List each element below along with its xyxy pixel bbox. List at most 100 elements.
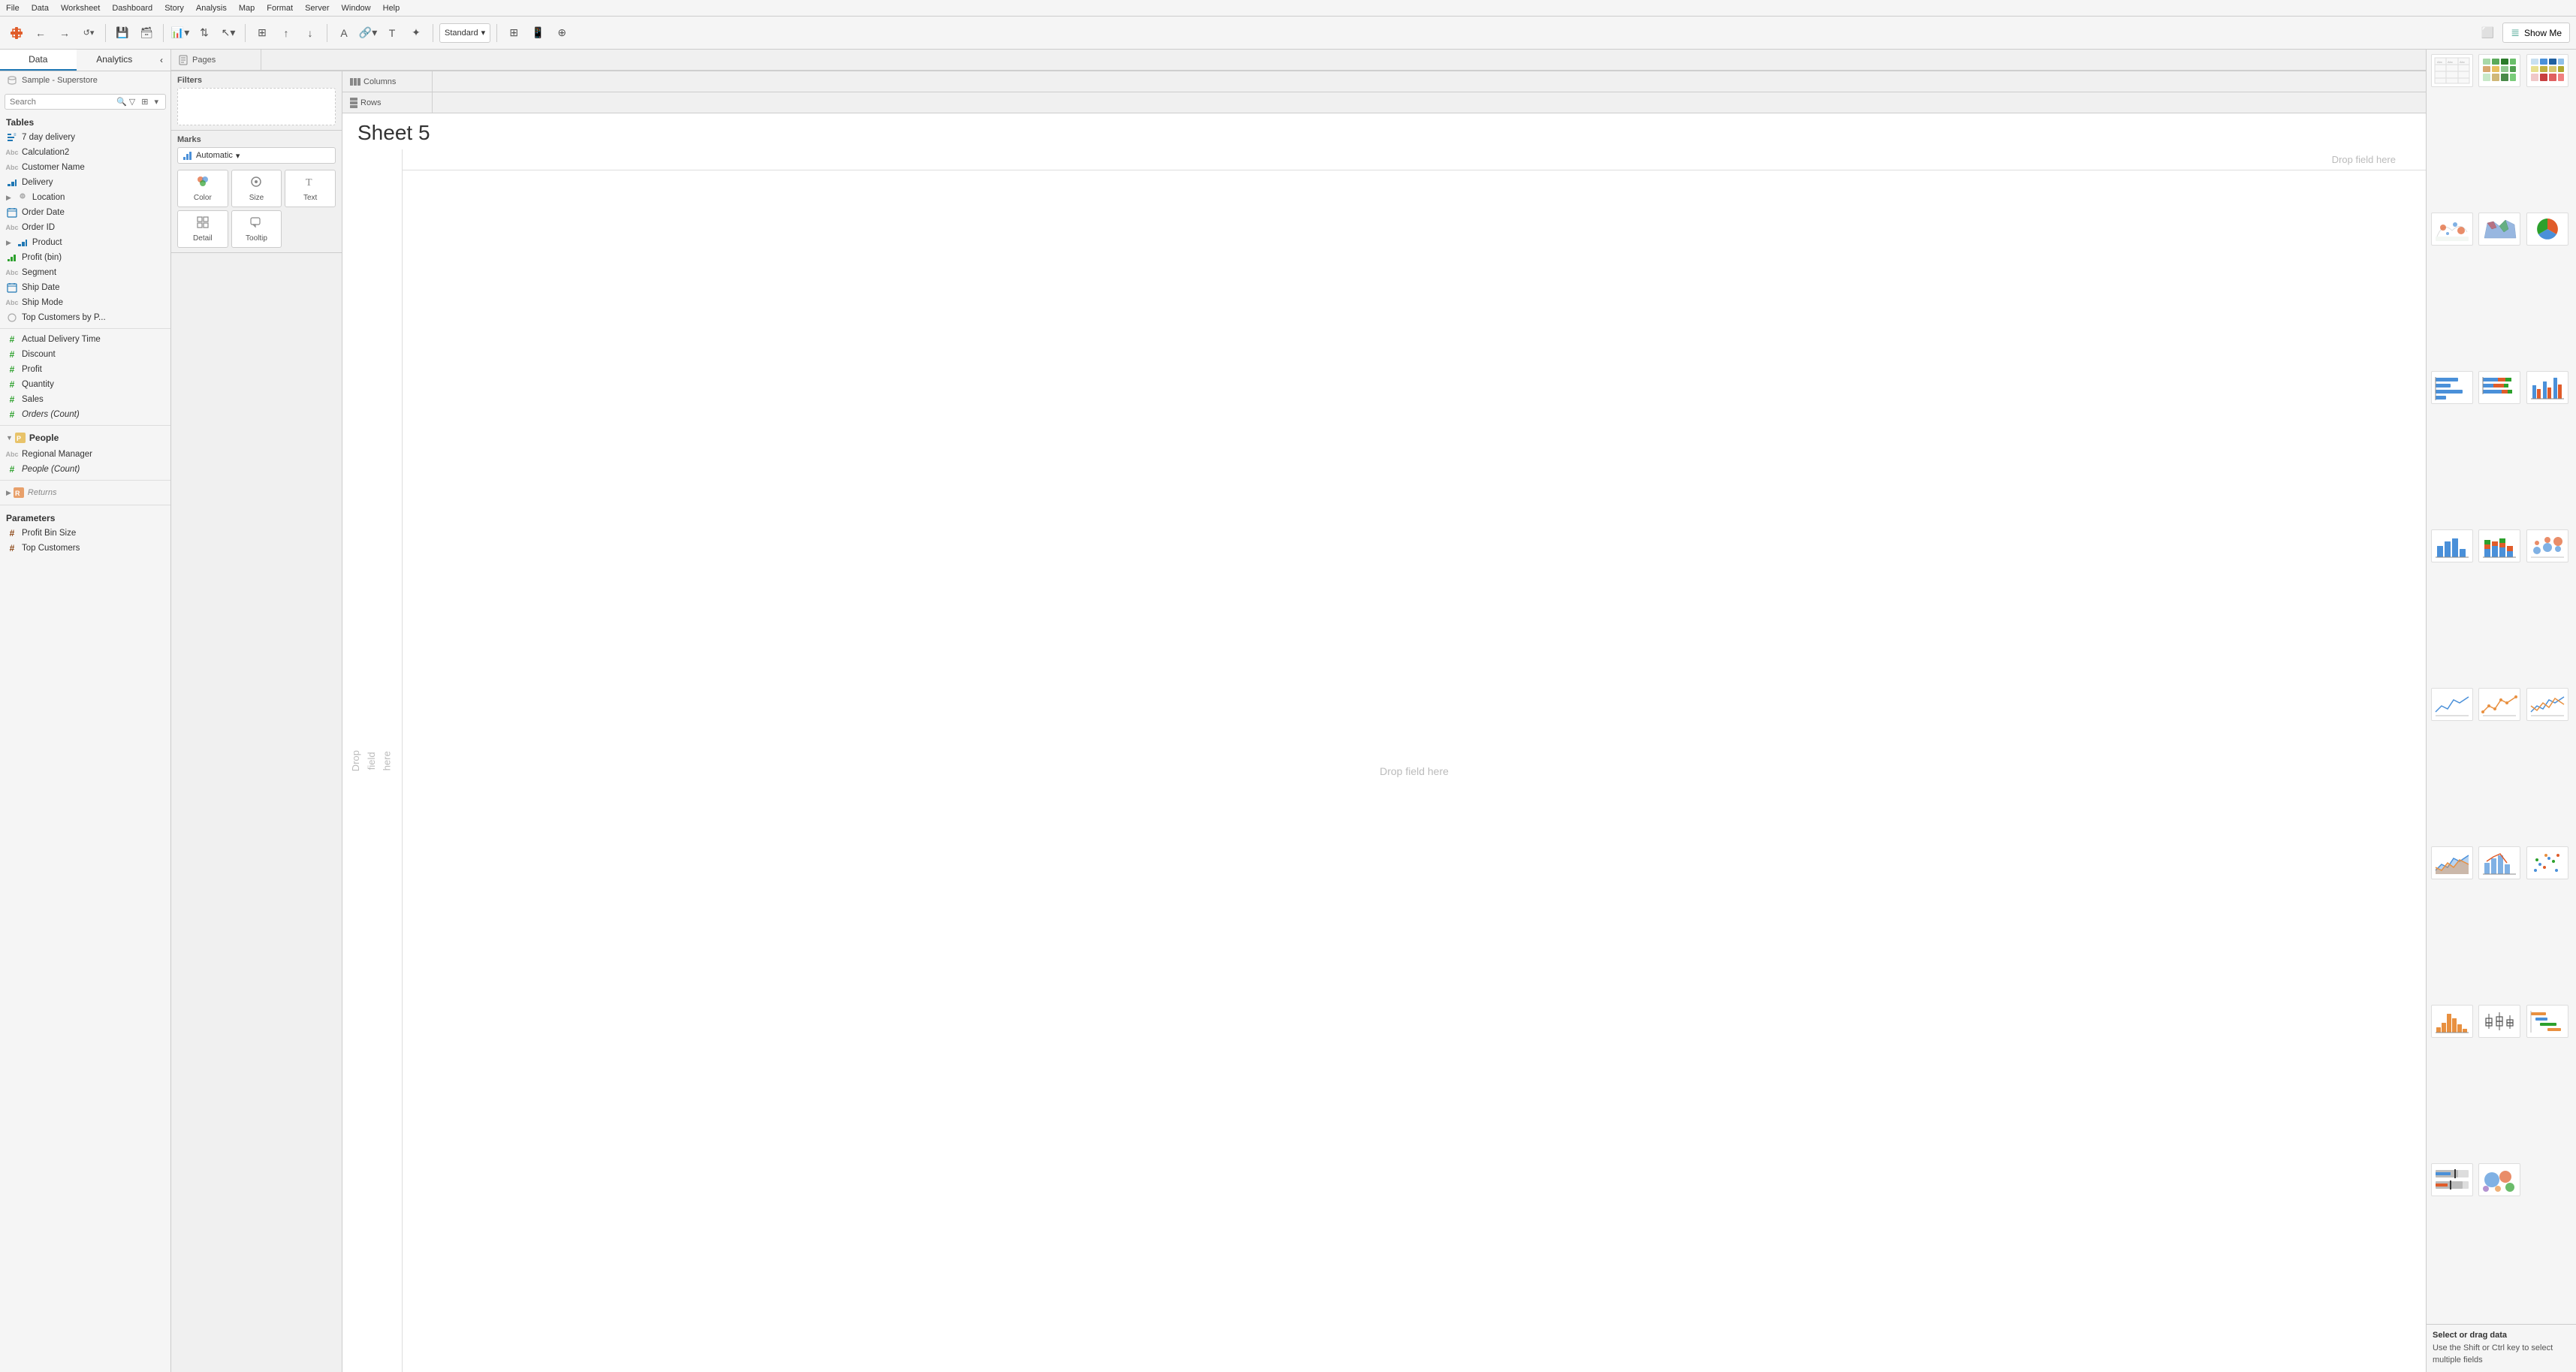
chart-v-bar[interactable]: [2431, 529, 2473, 562]
mark-size[interactable]: Size: [231, 170, 282, 207]
add-datasource-button[interactable]: 🗃: [136, 23, 157, 44]
field-sales[interactable]: # Sales: [0, 392, 170, 407]
col-drop-area[interactable]: Drop field here: [403, 149, 2426, 170]
filters-drop-area[interactable]: [177, 88, 336, 125]
chart-stacked-v-bar[interactable]: [2478, 529, 2520, 562]
field-orders-count[interactable]: # Orders (Count): [0, 407, 170, 422]
share-button[interactable]: ⊕: [551, 23, 572, 44]
sort-asc-button[interactable]: ↑: [276, 23, 297, 44]
field-ship-date[interactable]: Ship Date: [0, 280, 170, 295]
select-tool[interactable]: ↖▾: [218, 23, 239, 44]
chart-pie[interactable]: [2526, 213, 2568, 246]
chart-type-button[interactable]: 📊▾: [170, 23, 191, 44]
field-order-id[interactable]: Abc Order ID: [0, 220, 170, 235]
chart-side-by-side-bars[interactable]: [2526, 371, 2568, 404]
text-button[interactable]: T: [382, 23, 403, 44]
standard-dropdown[interactable]: Standard ▾: [439, 23, 490, 43]
back-button[interactable]: ←: [30, 23, 51, 44]
chart-discrete-line[interactable]: [2478, 688, 2520, 721]
field-people-count[interactable]: # People (Count): [0, 462, 170, 477]
chart-gantt[interactable]: [2526, 1005, 2568, 1038]
menu-analysis[interactable]: Analysis: [196, 4, 227, 13]
field-calculation2[interactable]: Abc Calculation2: [0, 145, 170, 160]
menu-file[interactable]: File: [6, 4, 20, 13]
present-icon[interactable]: ⬜: [2477, 23, 2498, 44]
field-segment[interactable]: Abc Segment: [0, 265, 170, 280]
chart-dual-line[interactable]: [2526, 688, 2568, 721]
field-7day-delivery[interactable]: ≡ 7 day delivery: [0, 130, 170, 145]
chart-continuous-line[interactable]: [2431, 688, 2473, 721]
swap-button[interactable]: ⇅: [194, 23, 215, 44]
chart-dual-combination[interactable]: [2478, 846, 2520, 879]
tab-analytics[interactable]: Analytics: [77, 50, 153, 71]
menu-story[interactable]: Story: [164, 4, 184, 13]
chart-bullet[interactable]: [2431, 1163, 2473, 1196]
datasource-item[interactable]: Sample - Superstore: [0, 71, 170, 89]
expand-icon-returns[interactable]: ▶: [6, 489, 11, 497]
chart-stacked-h-bar[interactable]: [2478, 371, 2520, 404]
chart-packed-bubble[interactable]: [2478, 1163, 2520, 1196]
chart-symbol-map[interactable]: [2431, 213, 2473, 246]
show-me-button[interactable]: ≣ Show Me: [2502, 23, 2570, 43]
chart-circles[interactable]: [2526, 529, 2568, 562]
menu-help[interactable]: Help: [383, 4, 400, 13]
columns-shelf-content[interactable]: [433, 71, 2426, 92]
expand-icon-people[interactable]: ▼: [6, 434, 13, 442]
pages-shelf-content[interactable]: [261, 50, 2426, 70]
group-button[interactable]: ⊞: [252, 23, 273, 44]
label-button[interactable]: A: [333, 23, 354, 44]
field-top-customers-param[interactable]: # Top Customers: [0, 541, 170, 556]
chart-histogram[interactable]: [2431, 1005, 2473, 1038]
field-discount[interactable]: # Discount: [0, 347, 170, 362]
field-regional-manager[interactable]: Abc Regional Manager: [0, 447, 170, 462]
field-profit[interactable]: # Profit: [0, 362, 170, 377]
sort-button[interactable]: ▾: [152, 96, 161, 107]
save-button[interactable]: 💾: [112, 23, 133, 44]
annotate-button[interactable]: 🔗▾: [357, 23, 379, 44]
mark-detail[interactable]: Detail: [177, 210, 228, 248]
menu-worksheet[interactable]: Worksheet: [61, 4, 100, 13]
row-drop-area[interactable]: Dropfieldhere: [342, 149, 403, 1372]
marks-type-selector[interactable]: Automatic ▾: [177, 147, 336, 164]
menu-dashboard[interactable]: Dashboard: [112, 4, 152, 13]
menu-format[interactable]: Format: [267, 4, 293, 13]
chart-heatmap[interactable]: [2478, 54, 2520, 87]
chart-area[interactable]: [2431, 846, 2473, 879]
field-profit-bin-size[interactable]: # Profit Bin Size: [0, 526, 170, 541]
field-product[interactable]: ▶ Product: [0, 235, 170, 250]
field-order-date[interactable]: Order Date: [0, 205, 170, 220]
field-actual-delivery[interactable]: # Actual Delivery Time: [0, 332, 170, 347]
rows-shelf-content[interactable]: [433, 92, 2426, 113]
field-top-customers[interactable]: Top Customers by P...: [0, 310, 170, 325]
chart-h-bar[interactable]: [2431, 371, 2473, 404]
menu-server[interactable]: Server: [305, 4, 329, 13]
chart-scatter[interactable]: [2526, 846, 2568, 879]
field-customer-name[interactable]: Abc Customer Name: [0, 160, 170, 175]
tooltip-button[interactable]: ✦: [406, 23, 427, 44]
mark-tooltip[interactable]: Tooltip: [231, 210, 282, 248]
menu-data[interactable]: Data: [32, 4, 49, 13]
filter-button[interactable]: ▽: [127, 96, 137, 107]
chart-text-table[interactable]: Abc Abc Abc: [2431, 54, 2473, 87]
tab-data[interactable]: Data: [0, 50, 77, 71]
forward-button[interactable]: →: [54, 23, 75, 44]
undo-button[interactable]: ↺▾: [78, 23, 99, 44]
field-location[interactable]: ▶ Location: [0, 190, 170, 205]
center-drop-area[interactable]: Drop field here: [403, 170, 2426, 1372]
field-quantity[interactable]: # Quantity: [0, 377, 170, 392]
menu-window[interactable]: Window: [342, 4, 371, 13]
device-preview-button[interactable]: 📱: [527, 23, 548, 44]
chart-filled-map[interactable]: [2478, 213, 2520, 246]
field-ship-mode[interactable]: Abc Ship Mode: [0, 295, 170, 310]
view-toggle-button[interactable]: ⊞: [139, 96, 150, 107]
field-delivery[interactable]: Delivery: [0, 175, 170, 190]
mark-color[interactable]: Color: [177, 170, 228, 207]
chart-highlight-table[interactable]: [2526, 54, 2568, 87]
menu-map[interactable]: Map: [239, 4, 255, 13]
sort-desc-button[interactable]: ↓: [300, 23, 321, 44]
search-input[interactable]: [10, 98, 116, 107]
field-profit-bin[interactable]: Profit (bin): [0, 250, 170, 265]
chart-box-whisker[interactable]: [2478, 1005, 2520, 1038]
presentation-button[interactable]: ⊞: [503, 23, 524, 44]
panel-collapse-arrow[interactable]: ‹: [152, 50, 170, 71]
